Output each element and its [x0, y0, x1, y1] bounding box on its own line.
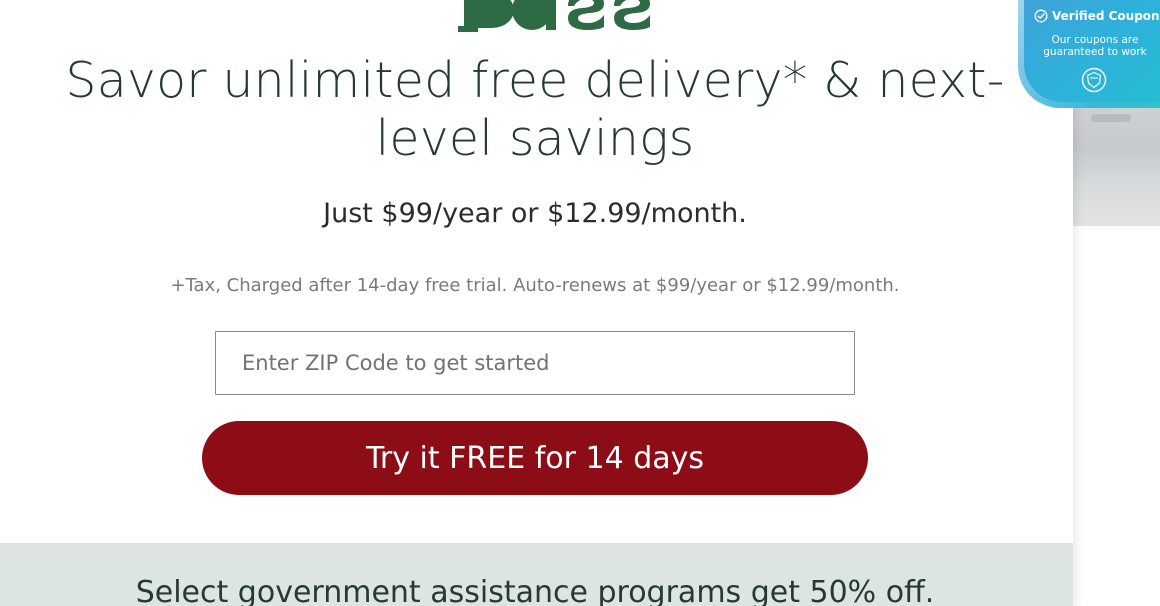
signup-modal: Savor unlimited free delivery* & next-le…	[0, 0, 1073, 606]
headline: Savor unlimited free delivery* & next-le…	[65, 52, 1005, 167]
verified-coupon-subtitle: Our coupons are guaranteed to work	[1043, 34, 1147, 58]
verified-coupon-badge[interactable]: Verified Coupon Our coupons are guarante…	[1018, 0, 1160, 108]
verified-coupon-title-row: Verified Coupon	[1034, 9, 1160, 23]
verified-coupon-title: Verified Coupon	[1052, 9, 1160, 23]
page: Savor unlimited free delivery* & next-le…	[0, 0, 1160, 606]
brand-logo	[450, 0, 660, 32]
price-line: Just $99/year or $12.99/month.	[323, 198, 747, 229]
zip-code-input[interactable]	[215, 331, 855, 395]
fine-print: +Tax, Charged after 14-day free trial. A…	[170, 275, 900, 296]
assistance-banner: Select government assistance programs ge…	[0, 543, 1073, 606]
check-circle-icon	[1034, 9, 1048, 23]
try-free-button[interactable]: Try it FREE for 14 days	[202, 421, 868, 495]
background-image	[1073, 96, 1160, 226]
assistance-banner-text: Select government assistance programs ge…	[135, 575, 935, 606]
shield-seal-icon	[1081, 67, 1107, 93]
brand-logo-graphic	[458, 0, 650, 32]
